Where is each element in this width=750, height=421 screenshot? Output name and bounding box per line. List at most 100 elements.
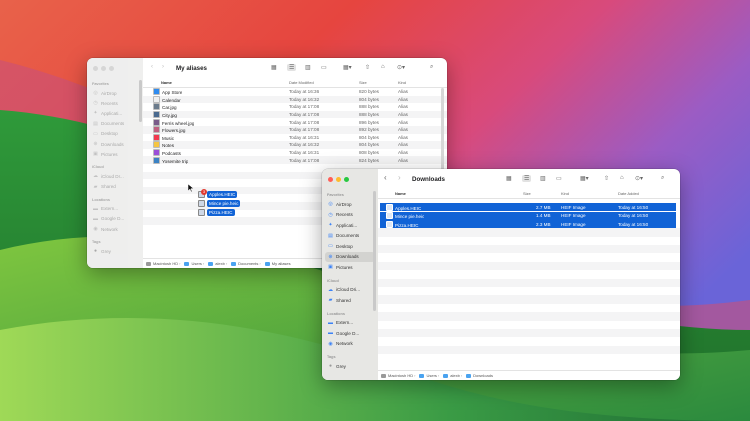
dragged-files[interactable]: 3 Apples.HEIC Mince pie.heic Pizza.HEIC — [198, 189, 241, 217]
column-size[interactable]: Size — [523, 191, 531, 196]
sidebar-item[interactable]: ☁ iCloud Dri... — [325, 285, 375, 296]
sidebar-item-label: Desktop — [101, 131, 118, 137]
close-button[interactable] — [93, 66, 98, 71]
icon-view-icon[interactable]: ▦ — [271, 64, 277, 71]
column-name[interactable]: Name — [395, 191, 406, 196]
list-view-icon[interactable]: ☰ — [522, 175, 532, 182]
empty-row — [378, 228, 680, 237]
share-icon[interactable]: ⇧ — [604, 175, 609, 182]
column-view-icon[interactable]: ▥ — [305, 64, 311, 71]
minimize-button[interactable] — [101, 66, 106, 71]
column-kind[interactable]: Kind — [561, 191, 569, 196]
group-icon[interactable]: ▦▾ — [580, 175, 589, 182]
path-segment[interactable]: Users — [181, 261, 202, 266]
column-size[interactable]: Size — [359, 80, 367, 85]
column-date-modified[interactable]: Date Modified — [289, 80, 314, 85]
column-name[interactable]: Name — [161, 80, 172, 85]
sidebar-section-title: iCloud — [327, 278, 339, 283]
icon-view-icon[interactable]: ▦ — [506, 175, 512, 182]
sidebar-scrollbar[interactable] — [139, 80, 142, 122]
group-icon[interactable]: ▦▾ — [343, 64, 352, 71]
minimize-button[interactable] — [336, 177, 341, 182]
sidebar-item[interactable]: ⊕ Downloads — [90, 139, 140, 149]
sidebar-item[interactable]: ● Grey — [90, 246, 140, 256]
toolbar: ‹ › My aliases ▦ ☰ ▥ ▭ ▦▾ ⇧ ⌂ ⊙▾ ⌕ — [143, 58, 447, 78]
sidebar-item[interactable]: ◉ Network — [90, 224, 140, 234]
path-segment[interactable]: alexb — [205, 261, 225, 266]
file-row[interactable]: Notes Today at 16:32 804 bytes Alias — [143, 141, 447, 149]
sidebar-scrollbar[interactable] — [373, 191, 376, 311]
file-row[interactable]: Flowers.jpg Today at 17:08 892 bytes Alias — [143, 126, 447, 134]
more-actions-icon[interactable]: ⊙▾ — [397, 64, 405, 71]
file-row[interactable]: City.jpg Today at 17:08 888 bytes Alias — [143, 110, 447, 119]
path-separator-icon: › — [259, 261, 261, 266]
gallery-view-icon[interactable]: ▭ — [556, 175, 562, 182]
sidebar-item[interactable]: ✦ Applicati... — [90, 108, 140, 118]
finder-window-downloads[interactable]: Favorites ◎ AirDrop ◷ Recents ✦ Applicati... ▤ D… — [322, 169, 680, 380]
sidebar-item[interactable]: ◷ Recents — [90, 98, 140, 108]
sidebar-item[interactable]: ◎ AirDrop — [325, 199, 375, 210]
column-view-icon[interactable]: ▥ — [540, 175, 546, 182]
tag-icon[interactable]: ⌂ — [381, 64, 385, 70]
forward-arrow-icon[interactable]: › — [162, 64, 164, 70]
file-row[interactable]: Car.jpg Today at 17:08 888 bytes Alias — [143, 103, 447, 111]
image-file-icon — [386, 220, 393, 228]
list-view-icon[interactable]: ☰ — [287, 64, 297, 71]
sidebar-item[interactable]: ▰ Shared — [325, 295, 375, 306]
sidebar-item[interactable]: ◷ Recents — [325, 210, 375, 221]
sidebar-item[interactable]: ▣ Pictures — [325, 262, 375, 273]
file-row[interactable]: App Store Today at 16:36 820 bytes Alias — [143, 88, 447, 96]
sidebar-item[interactable]: ▤ Documents — [325, 231, 375, 242]
sidebar-item[interactable]: ◉ Network — [325, 339, 375, 350]
forward-arrow-icon[interactable]: › — [398, 173, 401, 182]
file-row[interactable]: Calendar Today at 16:32 804 bytes Alias — [143, 95, 447, 104]
shared-folder-icon: ▰ — [93, 183, 98, 190]
zoom-button[interactable] — [344, 177, 349, 182]
sidebar-item[interactable]: ◎ AirDrop — [90, 88, 140, 98]
empty-row — [378, 245, 680, 254]
zoom-button[interactable] — [109, 66, 114, 71]
path-segment[interactable]: Macintosh HD — [143, 261, 178, 266]
sidebar-item[interactable]: ▤ Documents — [90, 119, 140, 129]
file-kind: Alias — [398, 119, 408, 125]
sidebar-item[interactable]: ▭ Desktop — [325, 241, 375, 252]
file-row[interactable]: Mince pie.heic 1.4 MB HEIF Image Today at 1… — [380, 211, 676, 220]
sidebar-item[interactable]: ● Grey — [325, 361, 375, 372]
close-button[interactable] — [328, 177, 333, 182]
sidebar-item[interactable]: ✦ Applicati... — [325, 220, 375, 231]
sidebar-item[interactable]: ▬ Google D... — [325, 328, 375, 339]
sidebar-item[interactable]: ⊕ Downloads — [325, 251, 375, 262]
back-arrow-icon[interactable]: ‹ — [384, 173, 387, 182]
share-icon[interactable]: ⇧ — [365, 64, 370, 71]
column-kind[interactable]: Kind — [398, 80, 406, 85]
gallery-view-icon[interactable]: ▭ — [321, 64, 327, 71]
file-row[interactable]: Music Today at 16:31 804 bytes Alias — [143, 133, 447, 142]
path-segment[interactable]: Downloads — [463, 373, 493, 378]
sidebar-item[interactable]: ▣ Pictures — [90, 149, 140, 159]
file-row[interactable]: Ferris wheel.jpg Today at 17:08 896 bytes A… — [143, 118, 447, 126]
disk-icon: ▬ — [93, 215, 98, 222]
more-actions-icon[interactable]: ⊙▾ — [635, 175, 643, 182]
path-segment[interactable]: My aliases — [262, 261, 291, 266]
sidebar-item[interactable]: ▭ Desktop — [90, 129, 140, 139]
file-row[interactable]: Podcasts Today at 16:31 808 bytes Alias — [143, 149, 447, 157]
search-icon[interactable]: ⌕ — [661, 175, 664, 182]
sidebar-item-label: Recents — [336, 212, 353, 218]
folder-icon — [231, 262, 237, 266]
column-date-added[interactable]: Date Added — [618, 191, 639, 196]
sidebar-item[interactable]: ▬ Extern... — [325, 318, 375, 329]
path-segment[interactable]: Documents — [228, 261, 258, 266]
path-segment[interactable]: Users — [416, 373, 437, 378]
path-segment[interactable]: alexb — [440, 373, 460, 378]
file-row[interactable]: Apples.HEIC 2.7 MB HEIF Image Today at 16:5… — [380, 203, 676, 212]
sidebar-item[interactable]: ▰ Shared — [90, 182, 140, 192]
sidebar-item[interactable]: ▬ Extern... — [90, 204, 140, 214]
file-row[interactable]: Yosemite trip Today at 17:08 824 bytes Alia… — [143, 156, 447, 164]
sidebar-item[interactable]: ▬ Google D... — [90, 214, 140, 224]
back-arrow-icon[interactable]: ‹ — [151, 64, 153, 70]
window-title: Downloads — [412, 176, 446, 183]
tag-icon[interactable]: ⌂ — [620, 175, 624, 181]
search-icon[interactable]: ⌕ — [430, 64, 433, 71]
path-segment[interactable]: Macintosh HD — [378, 373, 413, 378]
sidebar-item[interactable]: ☁ iCloud Dr... — [90, 171, 140, 181]
